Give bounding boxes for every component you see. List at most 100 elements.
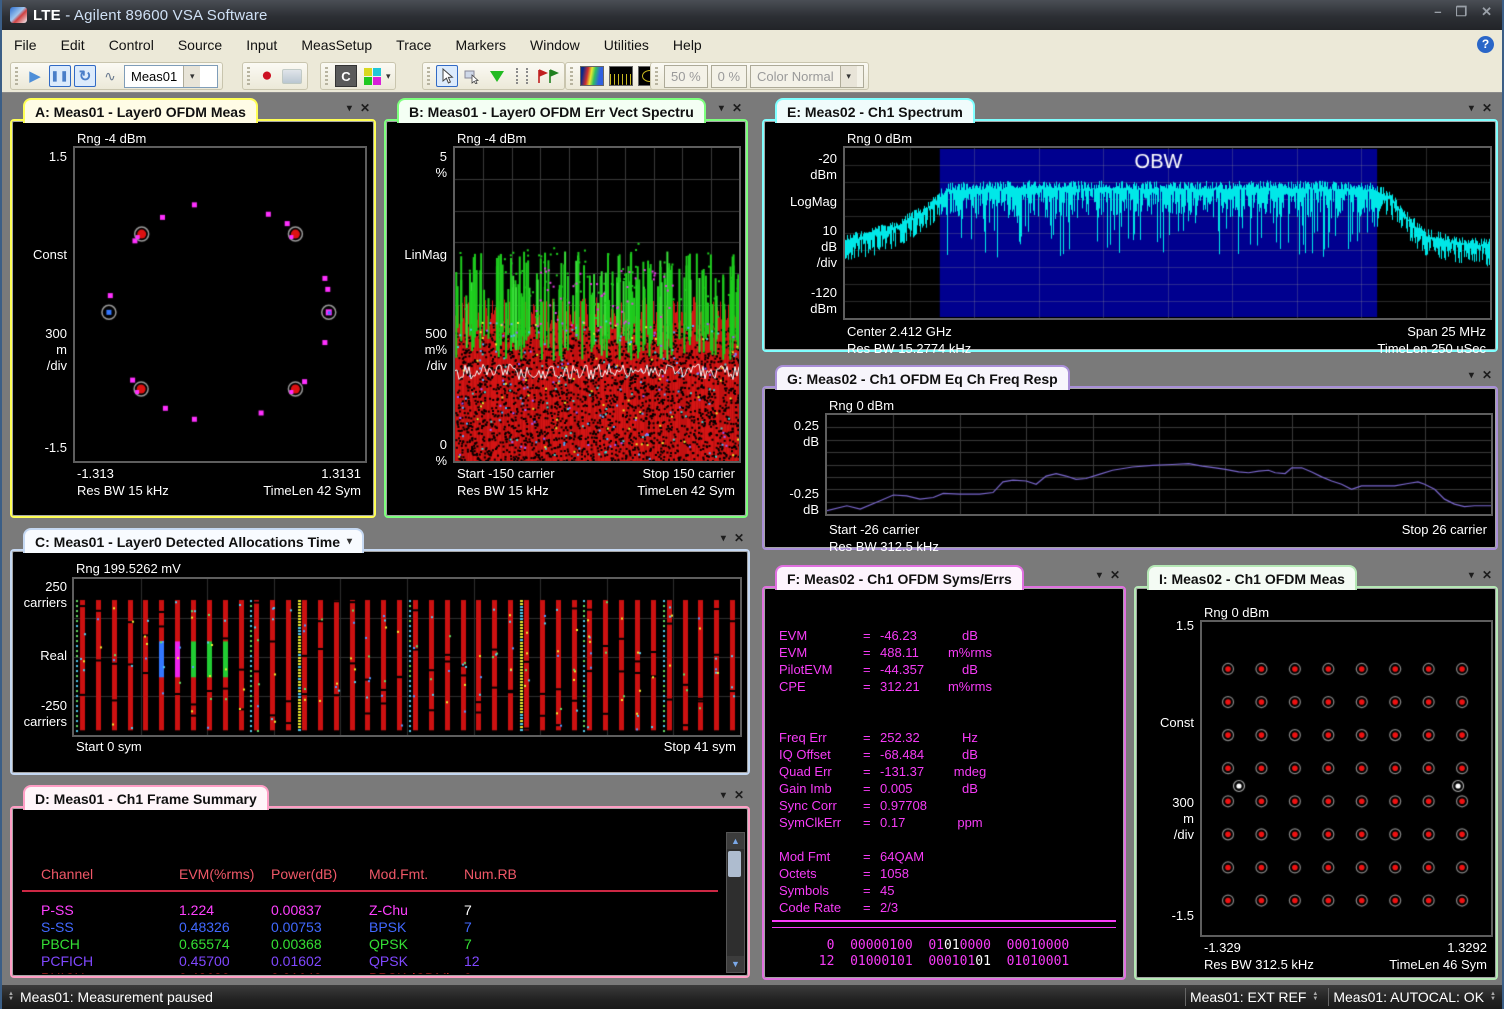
menu-trace[interactable]: Trace (384, 33, 443, 57)
freq-resp-plot[interactable] (825, 413, 1493, 516)
help-icon[interactable]: ? (1477, 36, 1494, 53)
minimize-icon[interactable]: – (1434, 4, 1441, 20)
status-spinner[interactable]: ▲▼ (1312, 992, 1318, 1002)
constellation-plot-a[interactable] (73, 146, 367, 463)
close-icon[interactable]: ✕ (1481, 4, 1492, 20)
menu-input[interactable]: Input (234, 33, 289, 57)
panel-g-body: Rng 0 dBm 0.25 dB -0.25 dB Start -26 car… (762, 386, 1498, 550)
measurement-text: = (863, 866, 871, 881)
panel-close-icon[interactable]: ✕ (734, 788, 744, 802)
play-button[interactable]: ▶ (24, 65, 46, 87)
peak-marker-button[interactable] (486, 65, 508, 87)
restart-button[interactable]: ↻ (74, 65, 96, 87)
tab-dropdown-icon[interactable]: ▾ (347, 536, 352, 547)
maximize-icon[interactable]: ❐ (1455, 4, 1467, 20)
table-row[interactable]: PCFICH0.457000.01602QPSK12 (22, 953, 727, 970)
tab-panel-d[interactable]: D: Meas01 - Ch1 Frame Summary (23, 785, 269, 810)
scroll-up-icon[interactable]: ▲ (727, 833, 744, 849)
measurement-select[interactable]: Meas01 ▾ (124, 65, 218, 88)
menu-window[interactable]: Window (518, 33, 592, 57)
panel-menu-icon[interactable]: ▾ (1097, 568, 1102, 582)
x-axis-right: Stop 41 sym (664, 739, 736, 754)
menu-edit[interactable]: Edit (49, 33, 97, 57)
trigger-button[interactable]: ∿ (99, 65, 121, 87)
table-scrollbar[interactable]: ▲ ▼ (726, 832, 745, 973)
menu-markers[interactable]: Markers (443, 33, 518, 57)
measurement-text: 488.11 (880, 645, 919, 660)
range-label: Rng -4 dBm (457, 131, 526, 146)
measurement-text: Symbols (779, 883, 829, 898)
menu-help[interactable]: Help (661, 33, 714, 57)
tab-panel-b[interactable]: B: Meas01 - Layer0 OFDM Err Vect Spectru (397, 98, 706, 123)
tab-panel-i[interactable]: I: Meas02 - Ch1 OFDM Meas (1147, 565, 1357, 590)
range-label: Rng 0 dBm (1204, 605, 1269, 620)
table-cell: P-SS (41, 902, 74, 918)
correction-button[interactable]: C (334, 65, 358, 87)
tab-panel-g[interactable]: G: Meas02 - Ch1 OFDM Eq Ch Freq Resp (775, 365, 1070, 390)
panel-a-body: Rng -4 dBm 1.5 Const 300 m /div -1.5 -1.… (10, 119, 376, 518)
menu-file[interactable]: File (2, 33, 49, 57)
flag-markers-button[interactable] (536, 65, 560, 87)
pause-button[interactable]: ❚❚ (49, 65, 71, 87)
status-spinner[interactable]: ▲▼ (8, 992, 14, 1002)
y-axis-bot2: % (393, 453, 447, 468)
measurement-text: 252.32 (880, 730, 920, 745)
panel-close-icon[interactable]: ✕ (1110, 568, 1120, 582)
measurement-text: EVM (779, 645, 807, 660)
tab-panel-c[interactable]: C: Meas01 - Layer0 Detected Allocations … (23, 528, 364, 553)
panel-close-icon[interactable]: ✕ (1482, 568, 1492, 582)
panel-menu-icon[interactable]: ▾ (721, 531, 726, 545)
panel-menu-icon[interactable]: ▾ (347, 101, 352, 115)
band-markers-button[interactable] (511, 65, 533, 87)
panel-menu-icon[interactable]: ▾ (719, 101, 724, 115)
panel-menu-icon[interactable]: ▾ (1469, 101, 1474, 115)
table-row[interactable]: S-SS0.483260.00753BPSK7 (22, 919, 727, 936)
spectrum-plot[interactable] (843, 146, 1492, 320)
panel-close-icon[interactable]: ✕ (360, 101, 370, 115)
resbw-label: Res BW 15.2774 kHz (847, 341, 971, 356)
group-grip[interactable] (655, 67, 658, 85)
table-cell: 0.01640 (271, 970, 322, 974)
panel-close-icon[interactable]: ✕ (1482, 101, 1492, 115)
menu-source[interactable]: Source (166, 33, 234, 57)
layout-button[interactable] (361, 65, 383, 87)
scrollbar-thumb[interactable] (728, 851, 741, 877)
panel-menu-icon[interactable]: ▾ (721, 788, 726, 802)
panel-close-icon[interactable]: ✕ (732, 101, 742, 115)
menu-meassetup[interactable]: MeasSetup (289, 33, 384, 57)
menu-bar: File Edit Control Source Input MeasSetup… (2, 30, 1502, 61)
panel-close-icon[interactable]: ✕ (1482, 368, 1492, 382)
evm-spectrum-plot[interactable] (453, 146, 741, 463)
scroll-down-icon[interactable]: ▼ (727, 956, 744, 972)
tab-panel-e[interactable]: E: Meas02 - Ch1 Spectrum (775, 98, 975, 123)
y-axis-label: Const (13, 247, 67, 262)
resbw-label: Res BW 15 kHz (457, 483, 549, 498)
zoom-select-button[interactable] (461, 65, 483, 87)
select-cursor-button[interactable] (436, 65, 458, 87)
table-row[interactable]: PBCH0.655740.00368QPSK7 (22, 936, 727, 953)
group-grip[interactable] (570, 67, 573, 85)
tab-panel-a[interactable]: A: Meas01 - Layer0 OFDM Meas (23, 98, 258, 123)
panel-err-vect-spectrum: B: Meas01 - Layer0 OFDM Err Vect Spectru… (384, 98, 748, 518)
menu-control[interactable]: Control (97, 33, 166, 57)
spectrum-view-button[interactable] (608, 65, 634, 87)
panel-close-icon[interactable]: ✕ (734, 531, 744, 545)
panel-menu-icon[interactable]: ▾ (1469, 368, 1474, 382)
table-cell: PBCH (41, 936, 80, 952)
group-grip[interactable] (427, 67, 430, 85)
allocations-plot[interactable] (72, 577, 742, 737)
multitrace-button[interactable] (579, 65, 605, 87)
tab-panel-f[interactable]: F: Meas02 - Ch1 OFDM Syms/Errs (775, 565, 1024, 590)
group-grip[interactable] (15, 67, 18, 85)
table-row[interactable]: PHICH0.486300.01640BPSK (CDM)9 (22, 970, 727, 974)
chevron-down-icon[interactable]: ▾ (386, 71, 391, 82)
payload-bits-row: 12 01000101 00010101 01010001 (764, 954, 1124, 969)
record-button[interactable]: ● (256, 65, 278, 87)
constellation-plot-i[interactable] (1200, 620, 1493, 937)
status-spinner[interactable]: ▲▼ (1490, 992, 1496, 1002)
group-grip[interactable] (325, 67, 328, 85)
panel-menu-icon[interactable]: ▾ (1469, 568, 1474, 582)
menu-utilities[interactable]: Utilities (592, 33, 661, 57)
group-grip[interactable] (247, 67, 250, 85)
table-row[interactable]: P-SS1.2240.00837Z-Chu7 (22, 902, 727, 919)
